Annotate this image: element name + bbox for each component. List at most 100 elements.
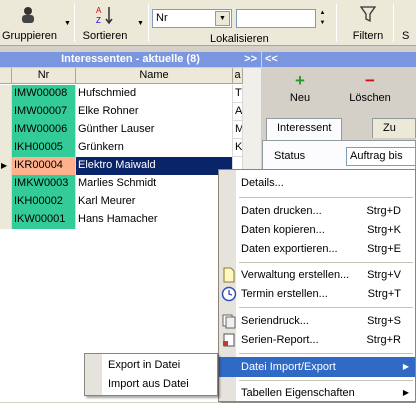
- menu-item-label: Verwaltung erstellen...: [241, 269, 350, 281]
- menu-item-create-appointment[interactable]: Termin erstellen... Strg+T: [219, 284, 415, 304]
- menu-item-table-properties[interactable]: Tabellen Eigenschaften ▶: [219, 383, 415, 403]
- menu-item-shortcut: Strg+V: [367, 269, 401, 281]
- document-icon: [223, 267, 235, 283]
- delete-button[interactable]: − Löschen: [340, 70, 400, 114]
- filter-button[interactable]: Filtern: [346, 2, 390, 44]
- menu-item-label: Daten drucken...: [241, 205, 322, 217]
- menu-item-shortcut: Strg+E: [367, 243, 401, 255]
- cell-name: Günther Lauser: [76, 121, 233, 139]
- menu-item-details[interactable]: Details...: [219, 173, 415, 193]
- sort-az-icon: A Z: [96, 6, 113, 25]
- menu-separator: [239, 353, 413, 354]
- row-indicator: [0, 103, 12, 121]
- cell-nr: IMKW0003: [12, 175, 76, 193]
- table-row[interactable]: IMW00006Günther LauserM: [0, 121, 243, 139]
- menu-separator: [239, 307, 413, 308]
- menu-item-shortcut: Strg+T: [367, 288, 401, 300]
- collapse-panel-button[interactable]: >>: [244, 52, 257, 67]
- toolbar-separator: [336, 4, 337, 42]
- table-row[interactable]: IMW00008 Hufschmied T: [0, 85, 243, 103]
- field-select[interactable]: Nr ▼: [152, 9, 232, 28]
- menu-item-file-import-export[interactable]: Datei Import/Export ▶: [219, 357, 415, 377]
- new-label: Neu: [289, 92, 311, 104]
- chevron-down-icon[interactable]: ▼: [215, 11, 230, 26]
- group-icon: [22, 7, 34, 23]
- column-header-extra[interactable]: a: [233, 68, 243, 84]
- report-icon: [223, 333, 235, 347]
- row-indicator: [0, 211, 12, 229]
- cell-extra: K: [233, 139, 243, 157]
- detail-toolbar: + Neu − Löschen: [262, 68, 416, 116]
- menu-item-mail-merge[interactable]: Seriendruck... Strg+S: [219, 311, 415, 331]
- minus-icon: −: [365, 71, 375, 90]
- column-header-name[interactable]: Name: [76, 68, 233, 84]
- cell-name: Hufschmied: [76, 85, 233, 103]
- menu-item-export-to-file[interactable]: Export in Datei: [85, 356, 217, 375]
- menu-item-shortcut: Strg+D: [366, 205, 401, 217]
- table-row[interactable]: IKH00005 Grünkern K: [0, 139, 243, 157]
- mail-merge-icon: [222, 314, 236, 329]
- filter-funnel-icon: [360, 6, 376, 23]
- menu-item-serial-report[interactable]: Serien-Report... Strg+R: [219, 330, 415, 350]
- menu-item-shortcut: Strg+R: [366, 334, 401, 346]
- menu-item-label: Tabellen Eigenschaften: [241, 387, 355, 399]
- cell-name: Hans Hamacher: [76, 211, 233, 229]
- spin-buttons[interactable]: ▲ ▼: [317, 8, 328, 30]
- list-panel-title: Interessenten - aktuelle (8): [61, 53, 200, 65]
- sort-button[interactable]: A Z Sortieren: [78, 2, 132, 44]
- menu-item-create-admin[interactable]: Verwaltung erstellen... Strg+V: [219, 265, 415, 285]
- group-button[interactable]: Gruppieren: [2, 2, 58, 44]
- row-indicator: [0, 175, 12, 193]
- menu-item-copy[interactable]: Daten kopieren... Strg+K: [219, 220, 415, 240]
- group-dropdown-icon[interactable]: ▼: [64, 20, 71, 27]
- column-header-nr[interactable]: Nr: [12, 68, 76, 84]
- sort-label: Sortieren: [82, 30, 128, 42]
- sort-dropdown-icon[interactable]: ▼: [137, 20, 144, 27]
- menu-item-export[interactable]: Daten exportieren... Strg+E: [219, 239, 415, 259]
- clock-icon: [221, 286, 237, 302]
- cell-extra: T: [233, 85, 243, 103]
- tab-interessent[interactable]: Interessent: [266, 118, 343, 140]
- menu-separator: [239, 262, 413, 263]
- row-indicator: [0, 139, 12, 157]
- status-label: Status: [274, 150, 306, 162]
- menu-item-label: Serien-Report...: [241, 334, 319, 346]
- menu-item-shortcut: Strg+S: [367, 315, 401, 327]
- cell-nr: IMW00007: [12, 103, 76, 121]
- menu-item-import-from-file[interactable]: Import aus Datei: [85, 375, 217, 394]
- status-field[interactable]: Auftrag bis: [346, 147, 416, 166]
- toolbar-button-cut[interactable]: S: [402, 2, 416, 44]
- svg-text:Z: Z: [96, 16, 101, 25]
- table-row[interactable]: IMW00007 Elke Rohner A: [0, 103, 243, 121]
- cell-name: Karl Meurer: [76, 193, 233, 211]
- menu-separator: [239, 197, 413, 198]
- table-row[interactable]: ▶ IKR00004 Elektro Maiwald: [0, 157, 243, 175]
- menu-item-shortcut: Strg+K: [367, 224, 401, 236]
- locate-input[interactable]: [236, 9, 316, 28]
- menu-item-label: Termin erstellen...: [241, 288, 328, 300]
- svg-text:A: A: [96, 6, 102, 15]
- group-label: Gruppieren: [2, 30, 58, 42]
- grid-header-indicator: [0, 68, 12, 84]
- new-button[interactable]: + Neu: [270, 70, 330, 114]
- row-indicator-arrow-icon: ▶: [0, 157, 12, 175]
- cell-nr: IKH00002: [12, 193, 76, 211]
- submenu-arrow-icon: ▶: [402, 362, 409, 371]
- table-row[interactable]: IMKW0003 Marlies Schmidt: [0, 175, 243, 193]
- expand-panel-button[interactable]: <<: [265, 53, 278, 65]
- menu-item-label: Export in Datei: [108, 359, 181, 371]
- table-row[interactable]: IKH00002 Karl Meurer: [0, 193, 243, 211]
- cell-nr: IMW00006: [12, 121, 76, 139]
- toolbar-separator: [148, 4, 149, 42]
- menu-item-print[interactable]: Daten drucken... Strg+D: [219, 201, 415, 221]
- table-row[interactable]: IKW00001 Hans Hamacher: [0, 211, 243, 229]
- status-value: Auftrag bis: [350, 150, 403, 162]
- menu-item-label: Import aus Datei: [108, 378, 189, 390]
- menu-separator: [239, 380, 413, 381]
- cell-nr: IKH00005: [12, 139, 76, 157]
- cell-nr: IKW00001: [12, 211, 76, 229]
- menu-item-label: Daten kopieren...: [241, 224, 325, 236]
- tab-zu[interactable]: Zu: [372, 118, 416, 138]
- toolbar-cut-label: S: [402, 30, 410, 42]
- prospects-grid: Nr Name a IMW00008 Hufschmied T IMW00007 Elk…: [0, 68, 243, 402]
